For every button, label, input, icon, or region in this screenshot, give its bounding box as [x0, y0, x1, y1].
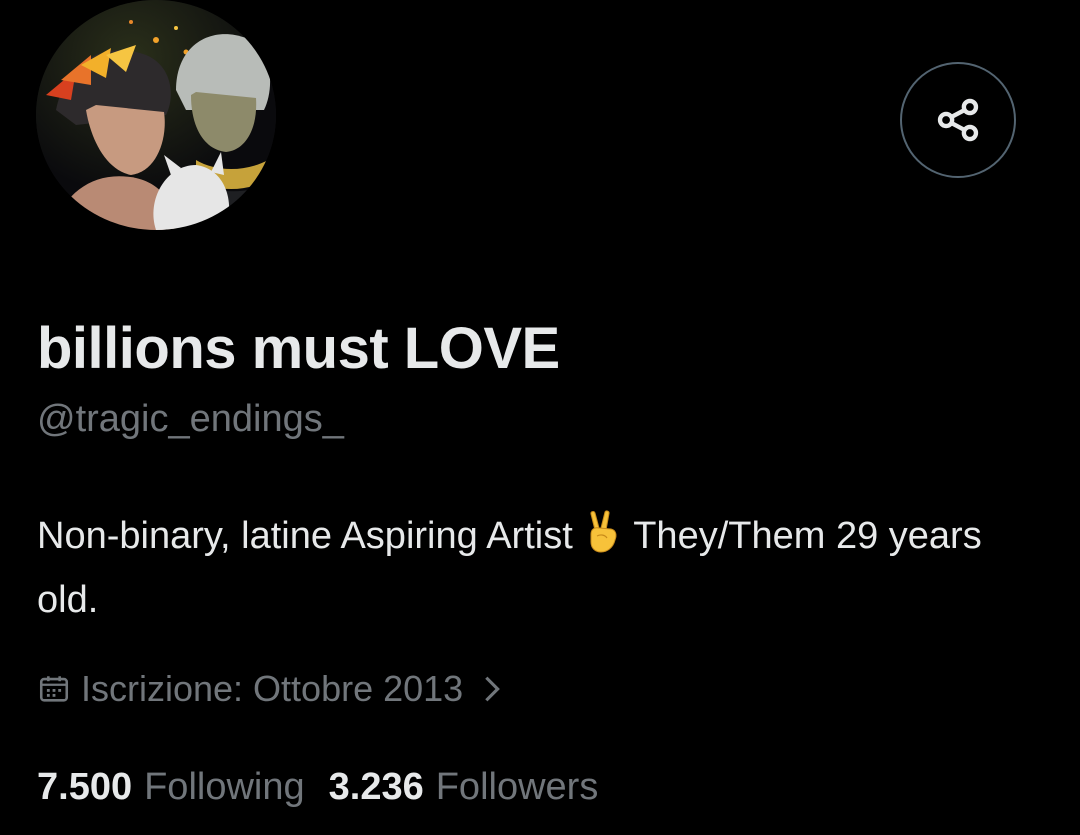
- followers-count: 3.236: [328, 766, 424, 808]
- bio: Non-binary, latine Aspiring Artist They/…: [37, 504, 1037, 632]
- bio-text-part1: Non-binary, latine Aspiring Artist: [37, 515, 573, 557]
- share-button[interactable]: [900, 62, 1016, 178]
- following-link[interactable]: 7.500 Following: [37, 766, 305, 809]
- display-name: billions must LOVE: [37, 316, 560, 381]
- following-count: 7.500: [37, 766, 133, 808]
- chevron-right-icon: [485, 676, 501, 702]
- joined-label: Iscrizione: Ottobre 2013: [81, 668, 464, 709]
- profile-header: billions must LOVE @tragic_endings_ Non-…: [0, 0, 1080, 835]
- follow-stats: 7.500 Following 3.236 Followers: [37, 766, 598, 809]
- joined-date[interactable]: Iscrizione: Ottobre 2013: [37, 668, 505, 710]
- victory-hand-emoji: [590, 510, 617, 553]
- avatar[interactable]: [36, 0, 276, 230]
- username-handle: @tragic_endings_: [37, 398, 344, 440]
- followers-link[interactable]: 3.236 Followers: [329, 766, 599, 809]
- calendar-icon: [39, 676, 69, 702]
- avatar-image: [36, 0, 276, 230]
- following-label: Following: [144, 766, 305, 808]
- share-icon: [937, 98, 979, 142]
- followers-label: Followers: [435, 766, 599, 808]
